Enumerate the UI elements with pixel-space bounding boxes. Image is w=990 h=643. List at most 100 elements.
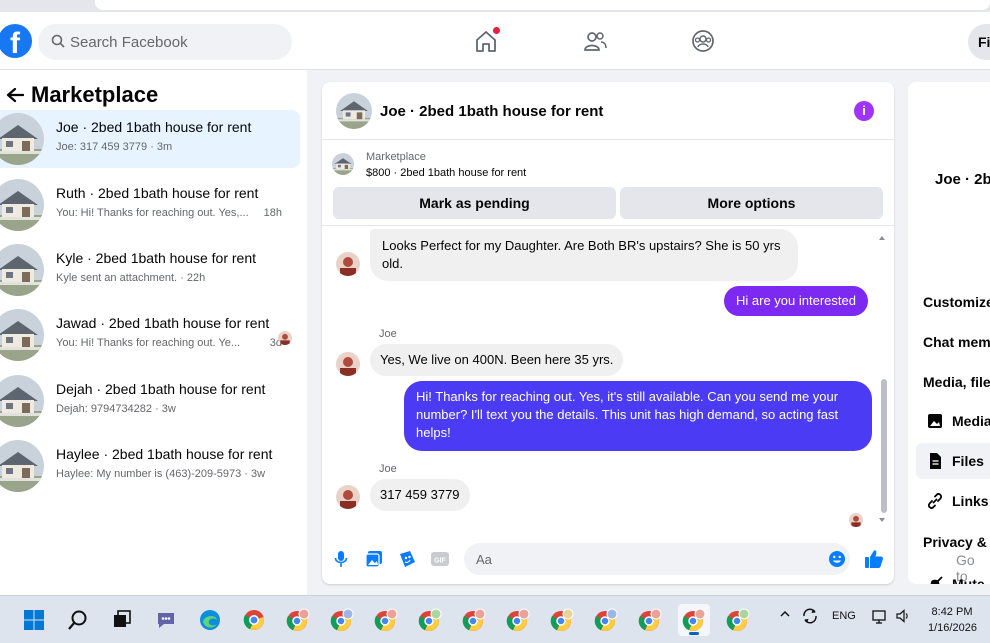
links-row[interactable]: Links [916,483,990,519]
conversation-title: Jawad · 2bed 1bath house for rent [56,315,270,331]
conversation-item[interactable]: Joe · 2bed 1bath house for rent Joe: 317 … [0,110,300,168]
chrome-profile-icon[interactable] [590,604,622,636]
conversation-avatar [0,244,44,296]
media-row[interactable]: Media [916,403,990,439]
files-row[interactable]: Files [916,443,990,479]
listing-thumbnail[interactable] [332,153,354,175]
chrome-profile-icon[interactable] [370,604,402,636]
contact-avatar [336,485,360,509]
task-view-icon[interactable] [106,604,138,636]
more-options-button[interactable]: More options [620,187,883,219]
chat-members-section[interactable]: Chat memb [923,334,990,350]
system-clock[interactable]: 8:42 PM 1/16/2026 [928,604,977,636]
listing-source: Marketplace [366,151,426,163]
language-indicator[interactable]: ENG [832,610,856,622]
message-input[interactable] [476,543,806,575]
taskbar-search-icon[interactable] [62,604,94,636]
mute-row[interactable]: Mute [916,566,990,584]
conversation-preview: Kyle sent an attachment. · 22h [56,272,206,284]
conversation-title: Kyle · 2bed 1bath house for rent [56,250,257,266]
listing-banner: Marketplace $800 · 2bed 1bath house for … [322,140,894,226]
conversation-preview: Joe: 317 459 3779 · 3m [56,141,173,153]
chrome-profile-icon[interactable] [458,604,490,636]
seen-avatar [278,331,292,345]
chrome-profile-icon[interactable] [634,604,666,636]
teams-chat-icon[interactable] [150,604,182,636]
conversation-avatar [0,309,44,361]
windows-taskbar: ENG 8:42 PM 1/16/2026 [0,595,990,643]
chrome-profile-icon[interactable] [502,604,534,636]
sender-name: Joe [379,328,397,340]
conversation-info-panel: Joe · 2be Customize Chat memb Media, fil… [908,82,990,584]
conversation-item[interactable]: Kyle · 2bed 1bath house for rent Kyle sen… [0,241,300,299]
privacy-section[interactable]: Privacy & s [923,534,990,550]
notification-dot [493,27,500,34]
conversation-preview: You: Hi! Thanks for reaching out. Yes,..… [56,207,249,219]
message-bubble: Looks Perfect for my Daughter. Are Both … [370,229,798,281]
search-input[interactable] [70,24,280,60]
sync-icon[interactable] [801,607,819,628]
bell-mute-icon [930,576,943,584]
conversation-avatar [0,375,44,427]
message-thread: Looks Perfect for my Daughter. Are Both … [322,226,894,528]
contact-name: Joe · 2be [935,171,990,188]
friends-icon[interactable] [582,28,608,54]
chat-avatar[interactable] [336,93,372,129]
scrollbar-thumb[interactable] [881,379,887,513]
conversation-item[interactable]: Jawad · 2bed 1bath house for rent You: Hi… [0,306,300,364]
contact-avatar [336,352,360,376]
profile-button[interactable]: Fi [968,24,990,60]
conversation-item[interactable]: Dejah · 2bed 1bath house for rent Dejah: … [0,372,300,430]
info-icon[interactable]: i [854,101,874,121]
media-files-section[interactable]: Media, files [923,374,990,390]
chrome-profile-icon[interactable] [282,604,314,636]
mute-label: Mute [952,576,985,584]
conversation-preview: Haylee: My number is (463)-209-5973 · 3w [56,468,266,480]
facebook-logo-icon[interactable]: f [0,24,32,58]
windows-start-icon[interactable] [18,604,50,636]
conversation-preview: You: Hi! Thanks for reaching out. Ye... [56,337,241,349]
volume-icon[interactable] [895,608,911,627]
mark-as-pending-button[interactable]: Mark as pending [333,187,616,219]
photo-icon[interactable] [363,548,385,570]
listing-price[interactable]: $800 · 2bed 1bath house for rent [366,167,526,179]
conversation-item[interactable]: Haylee · 2bed 1bath house for rent Haylee… [0,437,300,495]
chrome-profile-icon[interactable] [546,604,578,636]
like-thumb-icon[interactable] [863,548,885,570]
chrome-profile-icon[interactable] [722,604,754,636]
browser-tab-strip [0,0,990,12]
active-app-indicator [689,632,699,635]
microphone-icon[interactable] [330,548,352,570]
chrome-icon[interactable] [238,604,270,636]
conversation-time: 18h [263,207,282,219]
emoji-icon[interactable] [826,548,848,570]
media-icon [928,414,942,428]
back-arrow-icon[interactable] [0,82,30,108]
show-hidden-icons-icon[interactable] [779,608,791,623]
chrome-profile-icon[interactable] [326,604,358,636]
conversation-title: Haylee · 2bed 1bath house for rent [56,446,273,462]
conversation-item[interactable]: Ruth · 2bed 1bath house for rent You: Hi!… [0,176,300,234]
links-label: Links [952,493,989,509]
search-icon [51,34,65,48]
media-label: Media [952,413,990,429]
chrome-profile-icon[interactable] [414,604,446,636]
message-bubble: Hi are you interested [724,286,868,316]
read-receipt-avatar [849,513,863,527]
message-field[interactable] [464,543,850,575]
chrome-profile-icon[interactable] [678,604,710,636]
search-box[interactable] [38,24,292,60]
network-icon[interactable] [872,608,888,627]
home-icon[interactable] [473,27,500,54]
conversation-preview: Dejah: 9794734282 · 3w [56,403,176,415]
message-bubble: Hi! Thanks for reaching out. Yes, it's s… [404,381,872,451]
chat-header: Joe · 2bed 1bath house for rent i [322,82,894,140]
edge-browser-icon[interactable] [194,604,226,636]
gif-icon[interactable]: GIF [429,548,451,570]
contact-avatar [336,252,360,276]
address-bar[interactable] [95,0,990,10]
groups-icon[interactable] [690,28,716,54]
customize-section[interactable]: Customize [923,294,990,310]
chat-title[interactable]: Joe · 2bed 1bath house for rent [380,103,603,120]
sticker-icon[interactable] [396,548,418,570]
